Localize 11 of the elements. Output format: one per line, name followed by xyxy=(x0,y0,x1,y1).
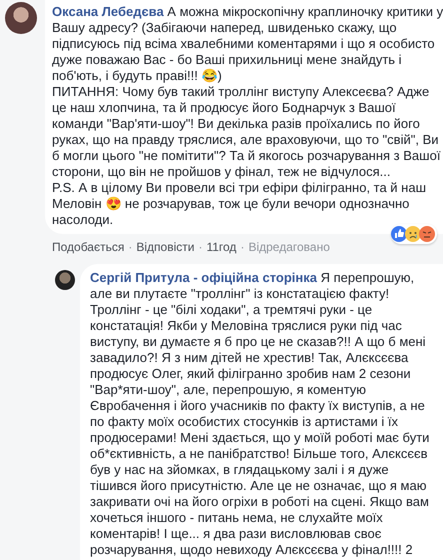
comment-text: Оксана Лебедєва А можна мікроскопічну краплиночку критики у Вашу адресу? (Забігаючи наперед, швиденько скажу, що підписуюсь під всіма хвалебними коментарями і що я особисто дуже поважаю Вас - бо Ваші прихильниці мене знайдуть і поб'ють, і будуть праві!!! 😂) ПИТАННЯ: Чому був такий троллінг виступу Алексеєва? Адже це наш хлопчина, та й продюсує його Боднарчук з Вашої команди "Вар'яти-шоу"! Ви декілька разів проїхались по його руках, що на правду тряслися, але враховуючи, що то "свій", Ви б могли цього "не помітити"? Та й якогось розчарування з Вашої сторони, що він не пройшов у фінал, теж не відчулося... P.S. А в цілому Ви провели всі три ефіри філігранно, та й наш Меловін 😍 не розчарував, тож це були вечори однозначно насолоди. xyxy=(52,4,443,228)
comment-text: Сергій Притула - офіційна сторінка Я перепрошую, але ви плутаєте "троллінг" із констатацією факту! Троллінг - це "білі ходаки", а тремтячі руки - це констатація! Якби у Меловіна тряслися руки під час виступу, ви думаєте я б про це не сказав?!! А що б мені завадило?! Я з ним дітей не хрестив! Так, Алєксєєва продюсує Олег, який філігранно зробив нам 2 сезони "Вар*яти-шоу", але, перепрошую, я коментую Євробачення і його учасників по факту їх виступів, а не по факту моїх особистих стосунків із артистами і їх продюсерами! Мені здається, що у моїй роботі має бути об*єктивність, а не панібратство! Більше того, Алєксєєв був у нас на зйомках, в глядацькому залі і я дуже тішився його присутністю. Але це не означає, що я маю закривати очі на його огріхи в роботі на сцені. Якщо вам хочеться іншого - питань нема, не слухайте моїх коментарів! І ще... я два рази висловлював своє розчарування, щодо невиходу Алєксєєва у фінал!!!! 2 xyxy=(90,270,430,558)
author-link[interactable]: Сергій Притула - офіційна сторінка xyxy=(90,270,317,285)
separator-dot: · xyxy=(240,240,244,254)
action-link[interactable]: Відповісти xyxy=(136,240,194,254)
action-link[interactable]: Подобається xyxy=(52,240,124,254)
separator-dot: · xyxy=(198,240,202,254)
separator-dot: · xyxy=(128,240,132,254)
author-link[interactable]: Оксана Лебедєва xyxy=(52,4,164,19)
edited-note: Відредаговано xyxy=(248,240,330,254)
timestamp-link[interactable]: 11год xyxy=(206,240,236,254)
